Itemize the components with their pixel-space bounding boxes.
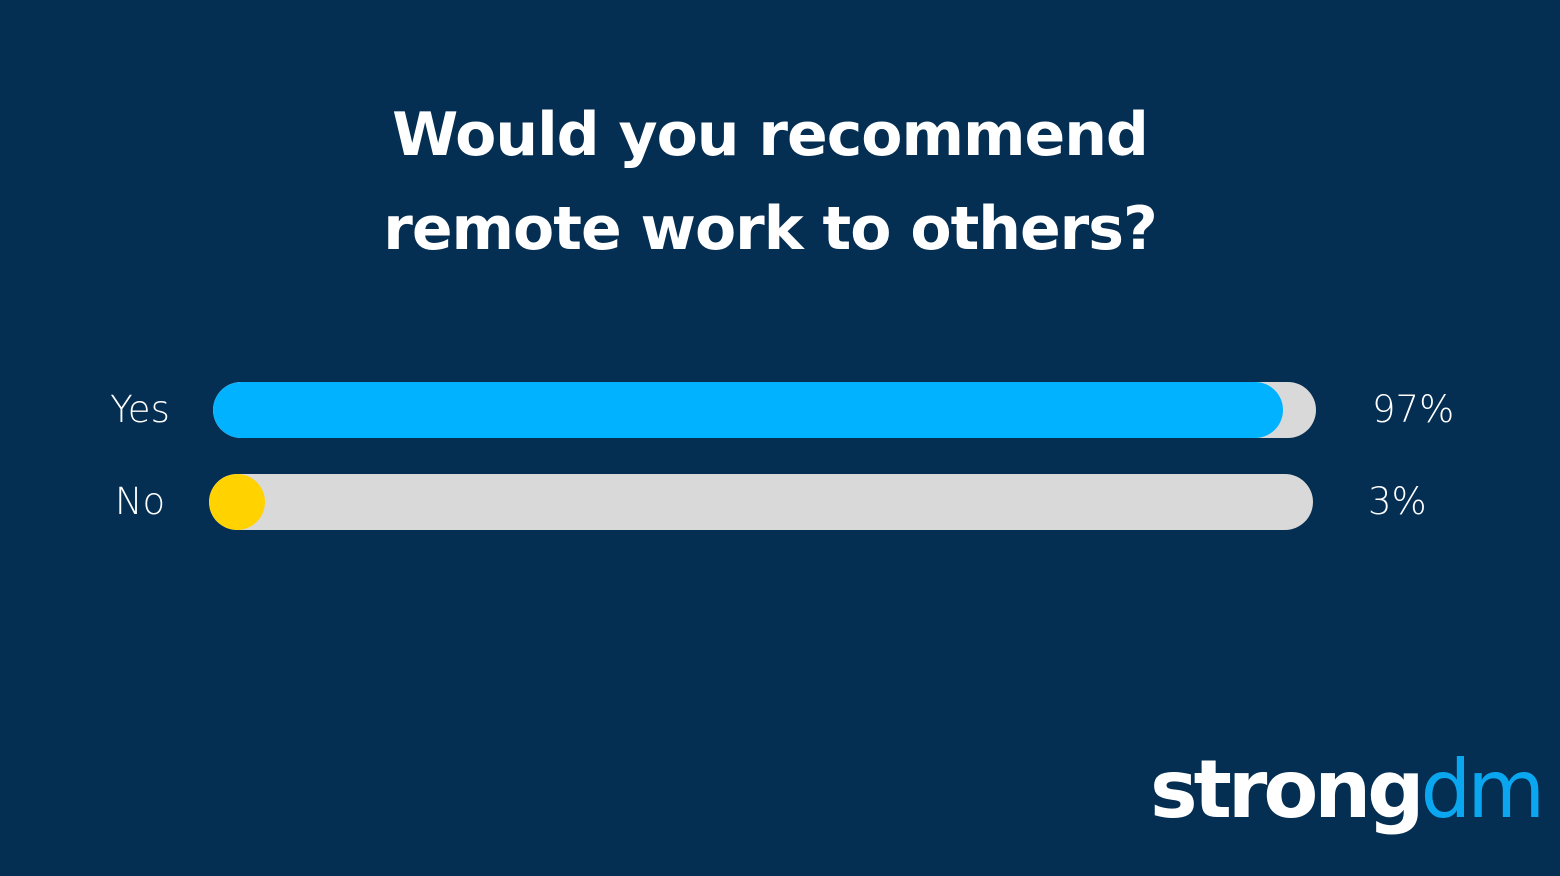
chart-canvas: Would you recommend remote work to other… — [0, 0, 1560, 876]
strongdm-logo: strongdm — [1150, 740, 1546, 840]
value-label-no: 3% — [1368, 480, 1427, 523]
bar-row-no: No 3% — [0, 474, 1560, 530]
bar-fill-yes — [213, 382, 1283, 438]
value-label-yes: 97% — [1372, 388, 1455, 431]
chart-title-line-1: Would you recommend — [392, 100, 1149, 170]
bar-fill-no — [209, 474, 265, 530]
chart-title: Would you recommend remote work to other… — [0, 88, 1540, 276]
bar-track-no — [209, 474, 1313, 530]
category-label-no: No — [114, 480, 166, 523]
bar-track-yes — [213, 382, 1316, 438]
logo-text-dm: dm — [1420, 743, 1546, 836]
category-label-yes: Yes — [110, 388, 170, 431]
bar-row-yes: Yes 97% — [0, 382, 1560, 438]
logo-text-strong: strong — [1150, 743, 1424, 836]
chart-title-line-2: remote work to others? — [383, 194, 1158, 264]
